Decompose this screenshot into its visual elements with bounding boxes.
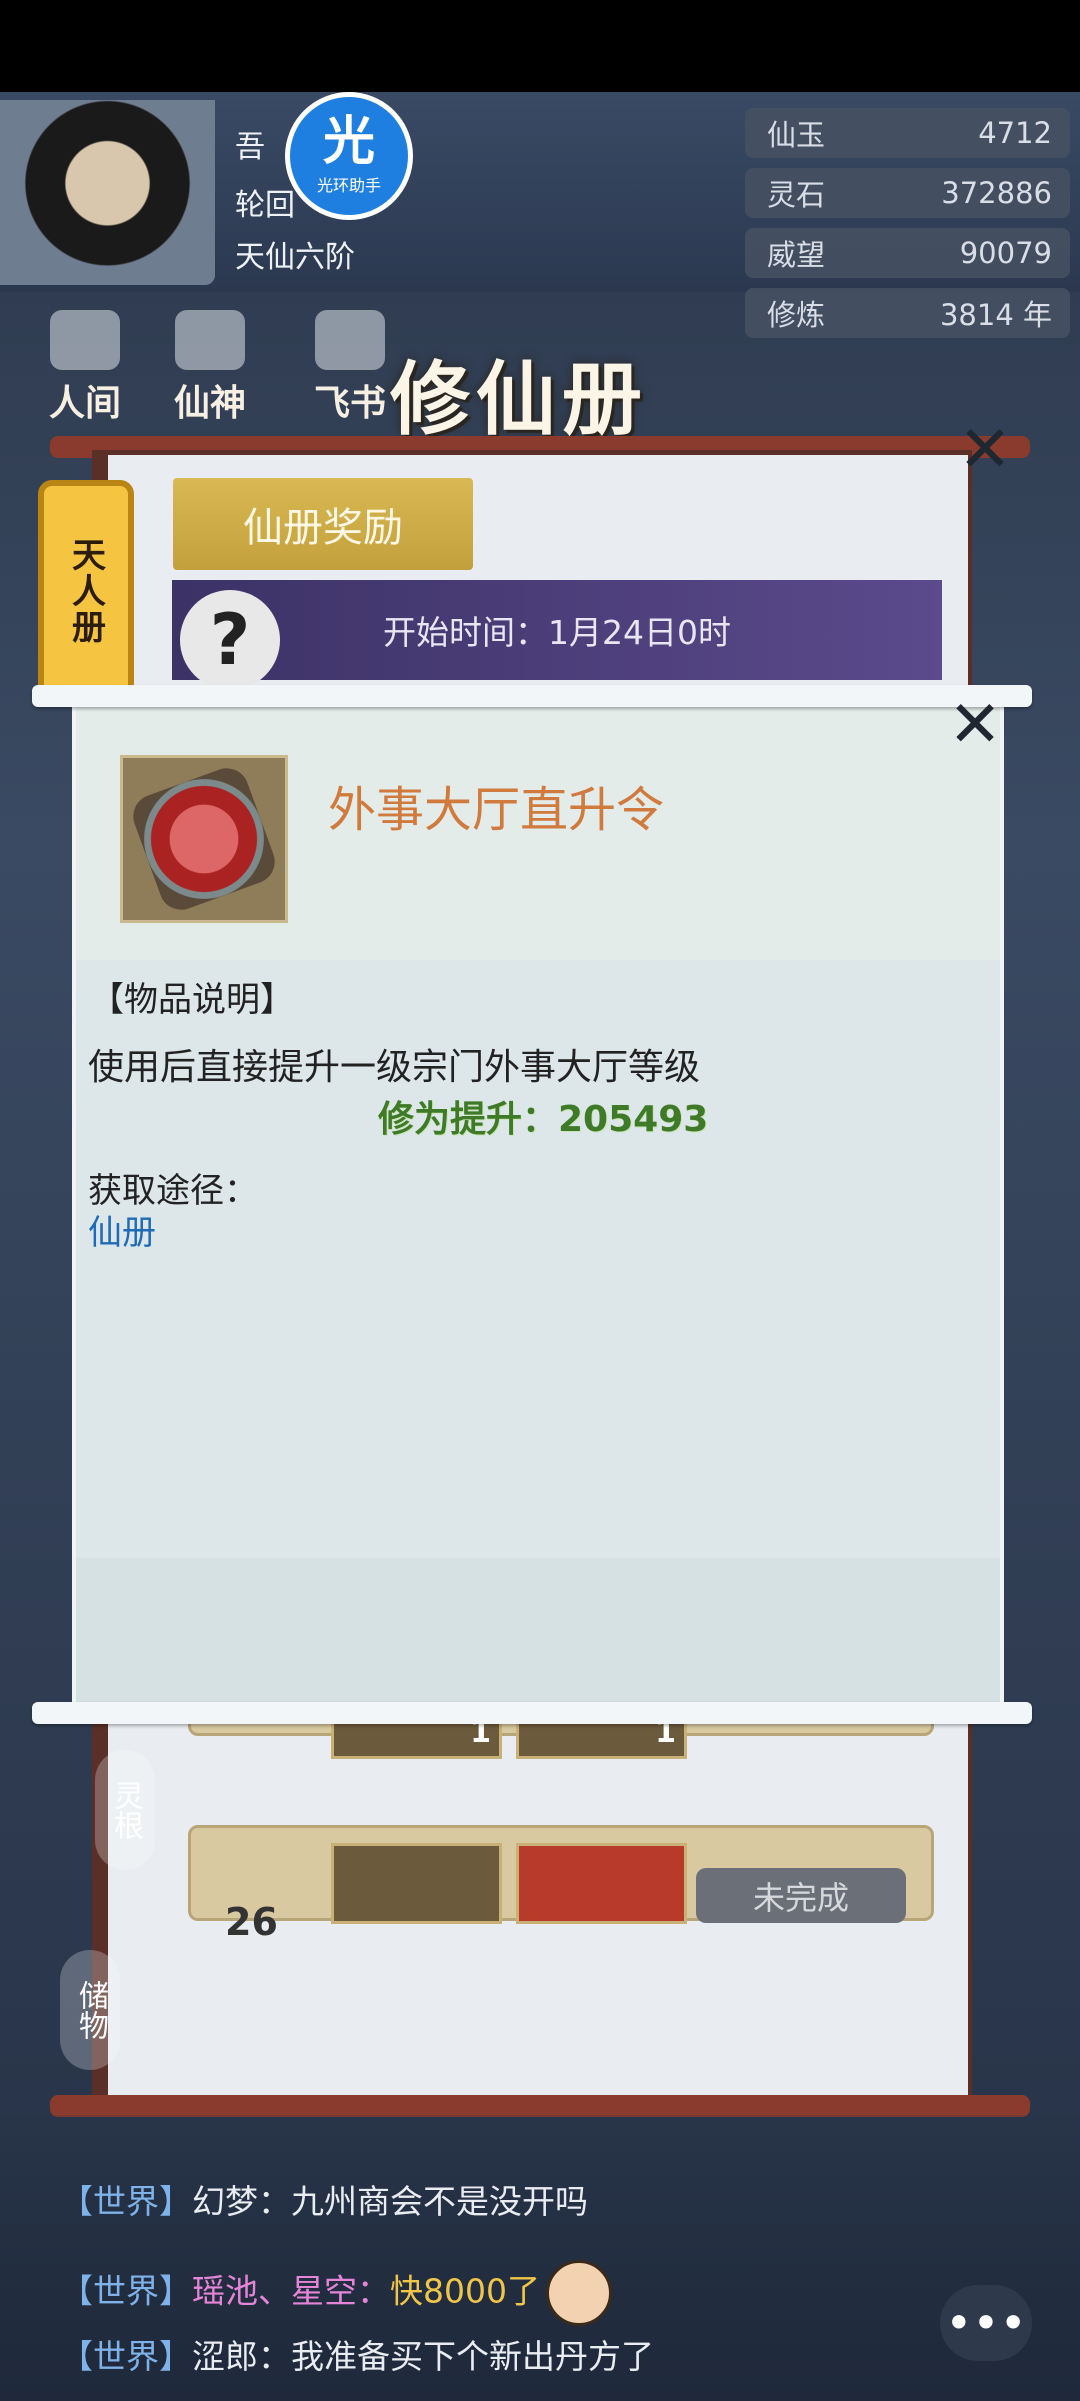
chat-line: 【世界】瑶池、星空：快8000了 bbox=[60, 2260, 612, 2326]
chat-sender[interactable]: 瑶池、星空： bbox=[192, 2272, 390, 2311]
chat-message: 九州商会不是没开吗 bbox=[291, 2182, 588, 2221]
chat-open-button[interactable]: ••• bbox=[940, 2285, 1032, 2361]
nav-feishu[interactable]: 飞书 bbox=[305, 310, 395, 424]
reward-button[interactable]: 仙册奖励 bbox=[173, 478, 473, 570]
nav-label: 飞书 bbox=[313, 382, 386, 424]
resource-value: 90079 bbox=[959, 236, 1052, 270]
envelope-icon bbox=[315, 310, 385, 370]
player-name: 吾 bbox=[235, 130, 265, 165]
resource-xianyu: 仙玉 4712 bbox=[745, 108, 1070, 158]
tab-tianren[interactable]: 天人册 bbox=[38, 480, 134, 702]
side-chip-linggen[interactable]: 灵根 bbox=[95, 1750, 155, 1870]
player-rank: 天仙六阶 bbox=[235, 240, 355, 275]
helper-badge-icon[interactable]: 光 光环助手 bbox=[285, 92, 413, 220]
task-card: 未完成 bbox=[188, 1825, 934, 1924]
scroll-rod-bottom bbox=[50, 2095, 1030, 2117]
start-time-banner: 开始时间：1月24日0时 bbox=[172, 580, 942, 680]
modal-footer-bg bbox=[76, 1558, 1000, 1708]
resource-lingshi: 灵石 372886 bbox=[745, 168, 1070, 218]
emoji-icon bbox=[545, 2260, 612, 2326]
helper-badge-label: 光环助手 bbox=[316, 176, 381, 195]
chat-channel: 【世界】 bbox=[60, 2182, 192, 2221]
chat-line: 【世界】涩郎：我准备买下个新出丹方了 bbox=[60, 2330, 654, 2378]
resource-label: 威望 bbox=[767, 238, 826, 272]
item-name: 外事大厅直升令 bbox=[328, 782, 665, 838]
reward-item-slot[interactable] bbox=[516, 1843, 687, 1924]
player-avatar[interactable] bbox=[0, 100, 215, 285]
nav-xianshen[interactable]: 仙神 bbox=[165, 310, 255, 424]
resource-weiwang: 威望 90079 bbox=[745, 228, 1070, 278]
modal-close-icon[interactable]: ✕ bbox=[940, 688, 1010, 762]
resource-value: 372886 bbox=[941, 176, 1052, 210]
seal-token-icon bbox=[127, 762, 281, 916]
renjian-icon bbox=[50, 310, 120, 370]
status-bar bbox=[0, 0, 1080, 92]
xianshen-icon bbox=[175, 310, 245, 370]
side-chip-chuwu[interactable]: 储物 bbox=[60, 1950, 120, 2070]
close-icon[interactable]: ✕ bbox=[950, 413, 1020, 487]
resource-label: 仙玉 bbox=[767, 118, 826, 152]
chat-sender[interactable]: 幻梦： bbox=[192, 2182, 291, 2221]
chat-message: 我准备买下个新出丹方了 bbox=[291, 2337, 654, 2376]
task-status-button[interactable]: 未完成 bbox=[696, 1868, 906, 1923]
resource-value: 4712 bbox=[978, 116, 1052, 150]
player-realm: 轮回 bbox=[235, 188, 295, 223]
task-level-number: 26 bbox=[225, 1900, 278, 1944]
nav-renjian[interactable]: 人间 bbox=[40, 310, 130, 424]
obtain-source-link[interactable]: 仙册 bbox=[88, 1205, 156, 1254]
helper-badge-glyph: 光 bbox=[322, 112, 375, 172]
chat-sender[interactable]: 涩郎： bbox=[192, 2337, 291, 2376]
chat-line: 【世界】幻梦：九州商会不是没开吗 bbox=[60, 2175, 588, 2223]
description-heading: 【物品说明】 bbox=[90, 980, 294, 1020]
chat-channel: 【世界】 bbox=[60, 2271, 192, 2311]
item-icon-frame bbox=[120, 755, 288, 923]
chat-message: 快8000了 bbox=[390, 2271, 540, 2311]
book-title: 修仙册 bbox=[390, 352, 648, 446]
nav-label: 人间 bbox=[48, 382, 121, 424]
question-icon[interactable]: ? bbox=[180, 590, 280, 690]
modal-rod-top bbox=[32, 685, 1032, 707]
reward-item-slot[interactable] bbox=[331, 1843, 502, 1924]
modal-rod-bottom bbox=[32, 1702, 1032, 1724]
chat-channel: 【世界】 bbox=[60, 2337, 192, 2376]
resource-label: 灵石 bbox=[767, 178, 826, 212]
description-text: 使用后直接提升一级宗门外事大厅等级 bbox=[88, 1047, 701, 1088]
cultivation-boost: 修为提升：205493 bbox=[378, 1099, 709, 1140]
nav-label: 仙神 bbox=[173, 382, 246, 424]
